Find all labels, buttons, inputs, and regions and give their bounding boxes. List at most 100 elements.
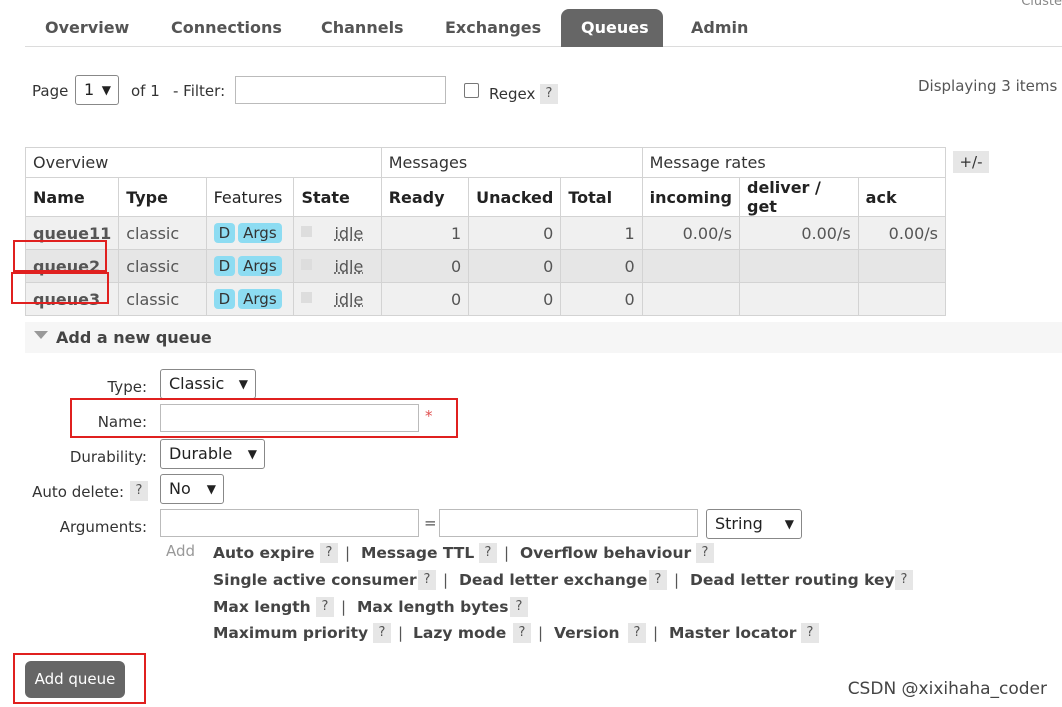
tab-exchanges[interactable]: Exchanges: [425, 9, 561, 47]
main-nav: Overview Connections Channels Exchanges …: [25, 9, 1062, 47]
col-unacked[interactable]: Unacked: [468, 177, 562, 217]
displaying-count: Displaying 3 items: [918, 77, 1058, 95]
group-overview: Overview: [25, 147, 382, 178]
tab-queues[interactable]: Queues: [561, 9, 663, 47]
durability-label: Durability:: [69, 448, 147, 466]
regex-label: Regex: [489, 85, 536, 103]
arguments-label: Arguments:: [59, 518, 147, 536]
col-state[interactable]: State: [293, 177, 382, 217]
tab-overview[interactable]: Overview: [25, 9, 149, 47]
col-ack[interactable]: ack: [857, 177, 947, 217]
arg-dead-letter-exchange-link[interactable]: Dead letter exchange: [459, 571, 647, 589]
add-queue-section-toggle[interactable]: Add a new queue: [25, 322, 1062, 353]
col-total[interactable]: Total: [560, 177, 643, 217]
arg-maximum-priority-link[interactable]: Maximum priority: [213, 624, 368, 642]
args-badge: Args: [238, 223, 282, 243]
argument-type-select[interactable]: String ▼: [706, 509, 802, 539]
single-active-help-icon[interactable]: ?: [418, 570, 436, 590]
table-row: queue3 classic D Args idle 0 0 0: [24, 282, 947, 316]
dlrk-help-icon[interactable]: ?: [895, 570, 913, 590]
add-queue-heading: Add a new queue: [56, 328, 212, 347]
regex-checkbox[interactable]: [464, 83, 479, 98]
master-locator-help-icon[interactable]: ?: [801, 623, 819, 643]
type-label: Type:: [107, 378, 147, 396]
arg-overflow-link[interactable]: Overflow behaviour: [520, 544, 691, 562]
table-row: queue2 classic D Args idle 0 0 0: [24, 249, 947, 283]
queue-type: classic: [118, 216, 207, 250]
version-help-icon[interactable]: ?: [628, 623, 646, 643]
col-name[interactable]: Name: [24, 177, 120, 217]
durable-badge: D: [213, 289, 236, 309]
queue-type-value: Classic: [169, 374, 225, 393]
auto-delete-help-icon[interactable]: ?: [130, 481, 148, 501]
queue-type: classic: [118, 282, 207, 316]
max-length-bytes-help-icon[interactable]: ?: [510, 597, 528, 617]
durable-badge: D: [213, 223, 236, 243]
args-badge: Args: [238, 256, 282, 276]
col-ready[interactable]: Ready: [380, 177, 470, 217]
arg-auto-expire-link[interactable]: Auto expire: [213, 544, 315, 562]
argument-value-input[interactable]: [439, 509, 698, 537]
unacked-count: 0: [468, 216, 562, 250]
arg-max-length-link[interactable]: Max length: [213, 598, 311, 616]
max-priority-help-icon[interactable]: ?: [373, 623, 391, 643]
queue-features: D Args: [205, 282, 295, 316]
separator: |: [345, 544, 351, 562]
arg-master-locator-link[interactable]: Master locator: [669, 624, 796, 642]
max-length-help-icon[interactable]: ?: [316, 597, 334, 617]
durability-select[interactable]: Durable ▼: [160, 439, 265, 469]
ready-count: 0: [380, 282, 470, 316]
chevron-down-icon: ▼: [206, 482, 216, 496]
highlight-queue3: [11, 272, 109, 304]
ack-rate: [857, 249, 947, 283]
durability-value: Durable: [169, 444, 233, 463]
separator: |: [653, 624, 659, 642]
arg-message-ttl-link[interactable]: Message TTL: [361, 544, 474, 562]
dlx-help-icon[interactable]: ?: [649, 570, 667, 590]
add-argument-label: Add: [166, 542, 196, 560]
state-indicator-icon: [301, 258, 313, 270]
lazy-mode-help-icon[interactable]: ?: [513, 623, 531, 643]
tab-channels[interactable]: Channels: [301, 9, 424, 47]
argument-type-value: String: [715, 514, 763, 533]
col-type[interactable]: Type: [118, 177, 207, 217]
page-select[interactable]: 1 ▼: [75, 75, 119, 105]
chevron-down-icon: ▼: [238, 377, 248, 391]
table-row: queue11 classic D Args idle 1 0 1 0.00/s …: [24, 216, 947, 250]
argument-key-input[interactable]: [160, 509, 419, 537]
columns-toggle-button[interactable]: +/-: [953, 151, 989, 173]
queue-type-select[interactable]: Classic ▼: [160, 369, 256, 399]
auto-delete-select[interactable]: No ▼: [160, 474, 224, 504]
chevron-down-icon: ▼: [101, 83, 111, 97]
overflow-help-icon[interactable]: ?: [696, 543, 714, 563]
tab-admin[interactable]: Admin: [671, 9, 768, 47]
arg-dead-letter-routing-key-link[interactable]: Dead letter routing key: [690, 571, 895, 589]
col-incoming[interactable]: incoming: [641, 177, 740, 217]
col-deliver-get[interactable]: deliver / get: [738, 177, 859, 217]
chevron-down-icon: ▼: [784, 517, 794, 531]
auto-expire-help-icon[interactable]: ?: [320, 543, 338, 563]
queues-table: Overview Messages Message rates Name Typ…: [24, 147, 947, 316]
queue-state: idle: [293, 282, 382, 316]
total-count: 1: [560, 216, 643, 250]
queue-type: classic: [118, 249, 207, 283]
auto-delete-label: Auto delete:: [32, 483, 124, 501]
deliver-rate: [738, 282, 859, 316]
tab-connections[interactable]: Connections: [151, 9, 302, 47]
regex-help-icon[interactable]: ?: [540, 84, 558, 104]
group-messages: Messages: [380, 147, 643, 178]
arg-single-active-consumer-link[interactable]: Single active consumer: [213, 571, 417, 589]
separator: |: [538, 624, 544, 642]
separator: |: [674, 571, 680, 589]
args-badge: Args: [238, 289, 282, 309]
page-of-label: of 1: [131, 82, 160, 100]
arg-lazy-mode-link[interactable]: Lazy mode: [413, 624, 506, 642]
separator: |: [398, 624, 404, 642]
message-ttl-help-icon[interactable]: ?: [479, 543, 497, 563]
incoming-rate: [641, 249, 740, 283]
arg-version-link[interactable]: Version: [554, 624, 620, 642]
filter-input[interactable]: [235, 76, 446, 104]
group-message-rates: Message rates: [641, 147, 947, 178]
arg-max-length-bytes-link[interactable]: Max length bytes: [357, 598, 508, 616]
state-indicator-icon: [301, 291, 313, 303]
